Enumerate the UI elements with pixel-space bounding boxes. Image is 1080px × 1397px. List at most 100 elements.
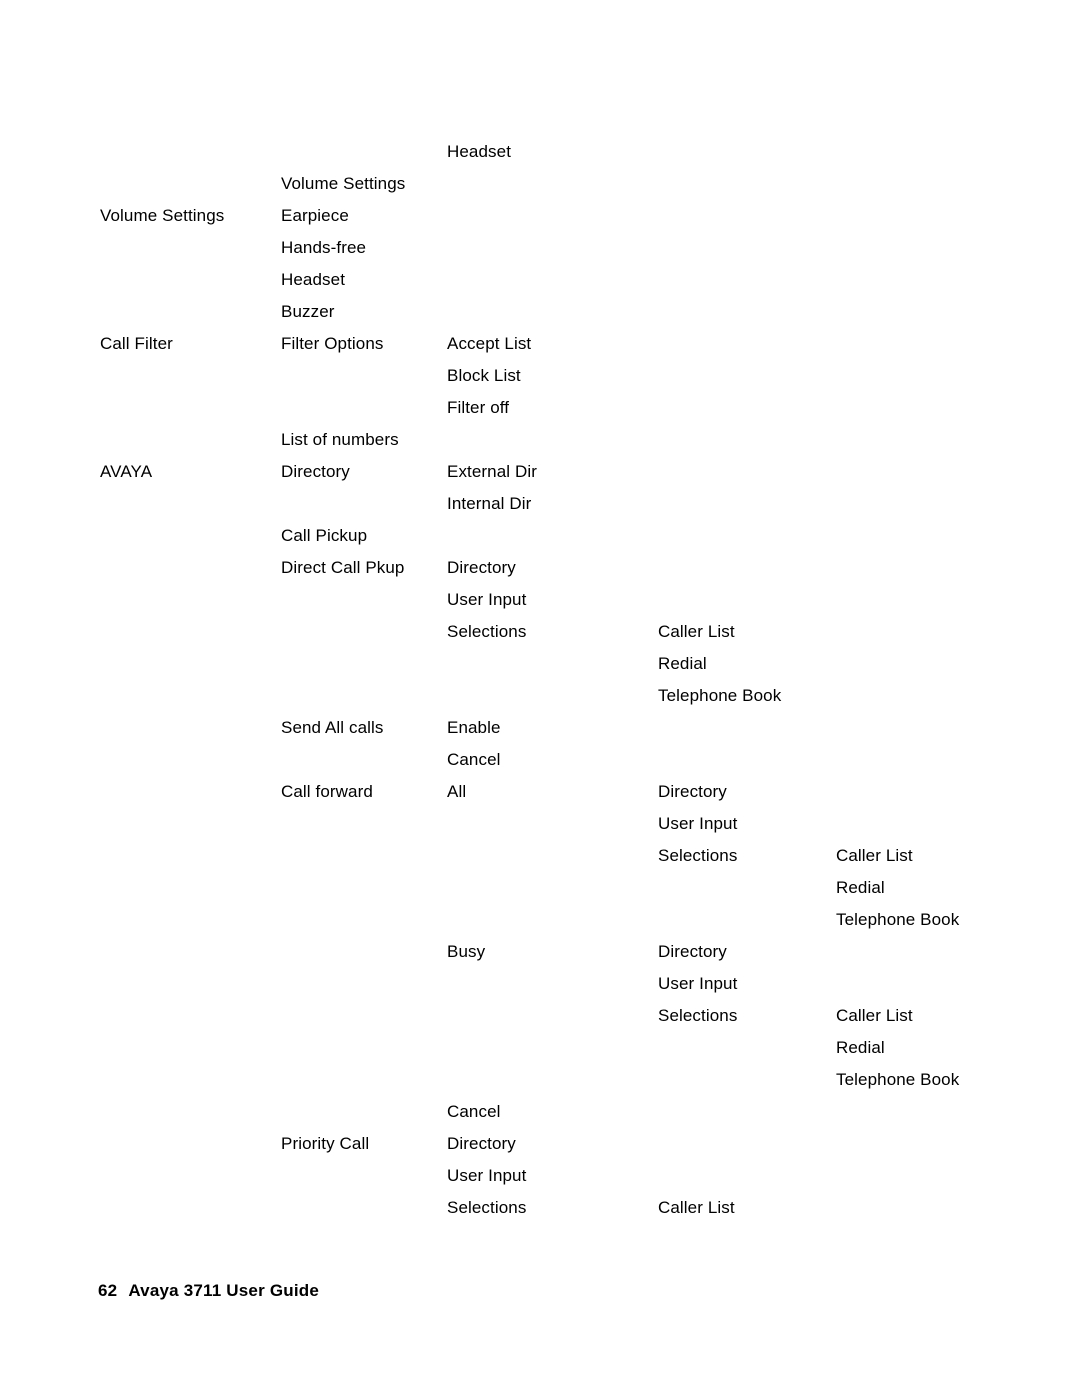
menu-structure-table: Headset Volume Settings Volume Settings Ear…: [100, 136, 1060, 1224]
menu-cell-empty: [100, 264, 281, 296]
menu-cell-empty: [447, 296, 658, 328]
menu-cell-empty: [281, 808, 447, 840]
menu-cell-empty: [100, 584, 281, 616]
menu-cell-empty: [100, 136, 281, 168]
menu-cell-empty: [658, 1160, 836, 1192]
menu-item-level-3: Directory: [447, 558, 516, 577]
menu-cell-empty: [658, 904, 836, 936]
menu-cell-empty: [281, 392, 447, 424]
menu-cell-empty: [658, 520, 836, 552]
menu-row: Call Filter Filter Options Accept List: [100, 328, 1060, 360]
menu-cell-empty: [100, 232, 281, 264]
menu-cell-empty: [100, 968, 281, 1000]
menu-row: Busy Directory: [100, 936, 1060, 968]
menu-item-level-1: AVAYA: [100, 462, 153, 481]
menu-item-level-4: Selections: [658, 846, 738, 865]
menu-cell-empty: [836, 136, 1060, 168]
menu-item-level-5: Redial: [836, 1038, 885, 1057]
menu-cell-empty: [100, 392, 281, 424]
menu-cell-empty: [836, 168, 1060, 200]
menu-item-level-4: User Input: [658, 974, 738, 993]
menu-cell-empty: [281, 1160, 447, 1192]
menu-cell-empty: [100, 808, 281, 840]
menu-item-level-3: Selections: [447, 1198, 527, 1217]
menu-cell-empty: [100, 1032, 281, 1064]
menu-cell-empty: [836, 296, 1060, 328]
menu-row: User Input: [100, 1160, 1060, 1192]
menu-item-level-5: Caller List: [836, 1006, 913, 1025]
menu-row: Headset: [100, 264, 1060, 296]
menu-item-level-5: Telephone Book: [836, 910, 960, 929]
menu-cell-empty: [658, 424, 836, 456]
menu-cell-empty: [658, 872, 836, 904]
menu-item-level-2: Directory: [281, 462, 350, 481]
menu-cell-empty: [836, 616, 1060, 648]
menu-item-level-3: User Input: [447, 590, 527, 609]
menu-cell-empty: [447, 520, 658, 552]
menu-item-level-3: Directory: [447, 1134, 516, 1153]
menu-cell-empty: [100, 744, 281, 776]
menu-row: Volume Settings: [100, 168, 1060, 200]
menu-cell-empty: [447, 968, 658, 1000]
menu-cell-empty: [100, 936, 281, 968]
menu-cell-empty: [658, 296, 836, 328]
menu-cell-empty: [281, 1192, 447, 1224]
menu-cell-empty: [658, 360, 836, 392]
menu-item-level-5: Redial: [836, 878, 885, 897]
menu-cell-empty: [836, 360, 1060, 392]
menu-row: User Input: [100, 808, 1060, 840]
menu-cell-empty: [281, 1000, 447, 1032]
menu-cell-empty: [836, 936, 1060, 968]
menu-item-level-3: Headset: [447, 142, 512, 161]
menu-item-level-1: Call Filter: [100, 334, 173, 353]
menu-cell-empty: [836, 744, 1060, 776]
menu-item-level-1: Volume Settings: [100, 206, 225, 225]
menu-row: Headset: [100, 136, 1060, 168]
menu-cell-empty: [658, 584, 836, 616]
menu-row: User Input: [100, 968, 1060, 1000]
menu-row: Filter off: [100, 392, 1060, 424]
menu-item-level-2: Direct Call Pkup: [281, 558, 405, 577]
document-page: Headset Volume Settings Volume Settings Ear…: [0, 0, 1080, 1397]
menu-row: Telephone Book: [100, 904, 1060, 936]
menu-row: Internal Dir: [100, 488, 1060, 520]
menu-cell-empty: [100, 1064, 281, 1096]
menu-cell-empty: [281, 840, 447, 872]
footer-page-number: 62: [98, 1281, 118, 1300]
menu-item-level-3: Busy: [447, 942, 486, 961]
menu-row: Block List: [100, 360, 1060, 392]
menu-cell-empty: [281, 744, 447, 776]
menu-cell-empty: [836, 776, 1060, 808]
menu-cell-empty: [447, 680, 658, 712]
menu-cell-empty: [447, 840, 658, 872]
menu-cell-empty: [447, 1032, 658, 1064]
menu-cell-empty: [100, 1000, 281, 1032]
menu-cell-empty: [836, 488, 1060, 520]
menu-row: Call Pickup: [100, 520, 1060, 552]
menu-cell-empty: [836, 680, 1060, 712]
menu-cell-empty: [281, 648, 447, 680]
menu-cell-empty: [281, 1064, 447, 1096]
menu-cell-empty: [836, 1192, 1060, 1224]
menu-cell-empty: [447, 904, 658, 936]
menu-cell-empty: [836, 712, 1060, 744]
menu-cell-empty: [658, 552, 836, 584]
menu-item-level-2: Buzzer: [281, 302, 335, 321]
menu-item-level-2: Headset: [281, 270, 346, 289]
menu-item-level-2: Send All calls: [281, 718, 384, 737]
menu-cell-empty: [658, 168, 836, 200]
menu-cell-empty: [100, 1192, 281, 1224]
menu-cell-empty: [658, 392, 836, 424]
menu-row: User Input: [100, 584, 1060, 616]
menu-row: Redial: [100, 648, 1060, 680]
menu-row: Priority Call Directory: [100, 1128, 1060, 1160]
menu-item-level-3: User Input: [447, 1166, 527, 1185]
menu-row: Redial: [100, 1032, 1060, 1064]
menu-item-level-2: Volume Settings: [281, 174, 406, 193]
menu-item-level-3: Filter off: [447, 398, 510, 417]
menu-cell-empty: [836, 392, 1060, 424]
menu-cell-empty: [281, 488, 447, 520]
menu-cell-empty: [447, 200, 658, 232]
menu-item-level-4: Directory: [658, 942, 727, 961]
menu-cell-empty: [100, 680, 281, 712]
